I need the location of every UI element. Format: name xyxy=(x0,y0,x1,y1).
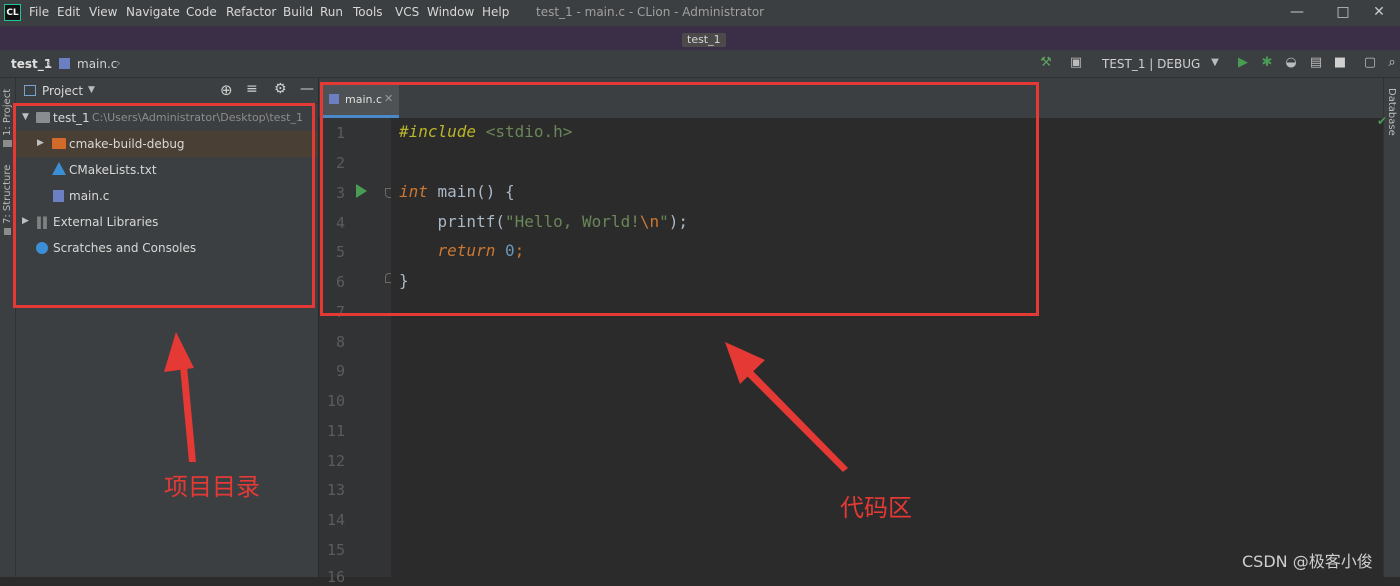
arrow-to-project-panel xyxy=(164,332,196,462)
arrow-to-code-area xyxy=(725,342,848,472)
watermark: CSDN @极客小俊 xyxy=(1242,552,1373,571)
annotation-label-project-dir: 项目目录 xyxy=(164,473,260,501)
annotation-label-code-area: 代码区 xyxy=(840,494,912,522)
